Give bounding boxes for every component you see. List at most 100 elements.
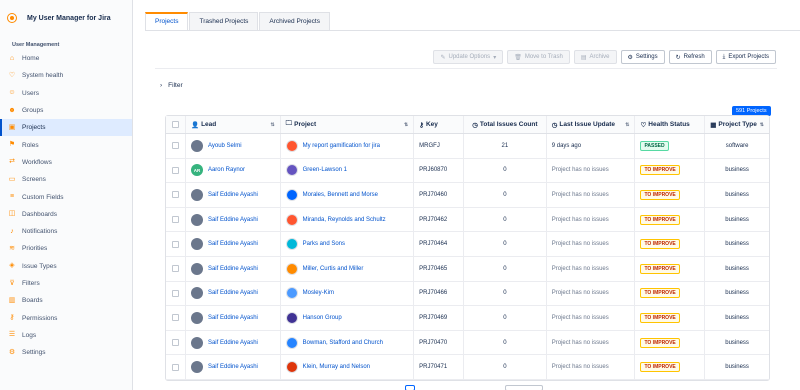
total-issues-cell: 0 — [464, 232, 547, 256]
sidebar-item-users[interactable]: ☺ Users — [0, 85, 132, 102]
project-link[interactable]: Mosley-Kim — [303, 290, 334, 296]
type-icon: ▦ — [710, 121, 717, 129]
health-cell: TO IMPROVE — [635, 281, 706, 306]
sidebar-item-roles[interactable]: ⚑ Roles — [0, 136, 132, 153]
project-link[interactable]: Bowman, Stafford and Church — [303, 340, 383, 346]
avatar — [190, 336, 203, 349]
row-checkbox[interactable] — [171, 216, 179, 224]
tab-archived-projects[interactable]: Archived Projects — [259, 12, 330, 30]
key-icon: ⚷ — [419, 121, 424, 129]
row-checkbox[interactable] — [171, 265, 179, 273]
table-row[interactable]: Saif Eddine Ayashi Klein, Murray and Nel… — [166, 355, 769, 380]
lead-link[interactable]: Aaron Raynor — [208, 167, 245, 173]
row-checkbox[interactable] — [171, 363, 179, 371]
sidebar-item-screens[interactable]: ▭ Screens — [0, 171, 132, 188]
tab-projects[interactable]: Projects — [145, 12, 189, 30]
project-link[interactable]: Miller, Curtis and Miller — [303, 266, 364, 272]
header-lead[interactable]: 👤 Lead ⇅ — [186, 116, 281, 133]
sidebar-item-system-health[interactable]: ♡ System health — [0, 67, 132, 84]
status-badge: TO IMPROVE — [640, 189, 680, 200]
update-options-button[interactable]: ✎ Update Options ▾ — [433, 50, 504, 64]
sidebar-item-settings[interactable]: ⚙ Settings — [0, 344, 132, 361]
filter-toggle[interactable]: › Filter — [160, 82, 183, 89]
row-checkbox[interactable] — [171, 142, 179, 150]
project-link[interactable]: Morales, Bennett and Morse — [303, 192, 378, 198]
sidebar-item-label: Boards — [22, 297, 43, 305]
row-checkbox[interactable] — [171, 289, 179, 297]
table-row[interactable]: Ayoub Selmi My report gamification for j… — [166, 134, 769, 159]
table-row[interactable]: Saif Eddine Ayashi Parks and Sons PRJ704… — [166, 232, 769, 257]
lead-link[interactable]: Saif Eddine Ayashi — [208, 266, 258, 272]
sidebar-item-home[interactable]: ⌂ Home — [0, 50, 132, 67]
sidebar-item-workflows[interactable]: ⇄ Workflows — [0, 154, 132, 171]
lead-link[interactable]: Saif Eddine Ayashi — [208, 340, 258, 346]
row-checkbox[interactable] — [171, 339, 179, 347]
page-size-select[interactable] — [505, 385, 543, 390]
lead-link[interactable]: Saif Eddine Ayashi — [208, 241, 258, 247]
toolbar: ✎ Update Options ▾ 🗑 Move to Trash ▤ Arc… — [433, 50, 776, 64]
gear-icon: ⚙ — [627, 54, 633, 61]
header-project[interactable]: 🗀 Project ⇅ — [281, 116, 415, 133]
archive-label: Archive — [589, 54, 610, 60]
sidebar-item-boards[interactable]: ▥ Boards — [0, 292, 132, 309]
table-row[interactable]: Saif Eddine Ayashi Morales, Bennett and … — [166, 183, 769, 208]
settings-button[interactable]: ⚙ Settings — [620, 50, 665, 64]
sidebar-item-projects[interactable]: ▣ Projects — [0, 119, 132, 137]
table-row[interactable]: Saif Eddine Ayashi Miranda, Reynolds and… — [166, 207, 769, 233]
row-checkbox[interactable] — [171, 240, 179, 248]
key-cell: PRJ70471 — [414, 355, 465, 379]
header-last-update[interactable]: ◷ Last Issue Update ⇅ — [547, 116, 636, 133]
select-all-checkbox[interactable] — [171, 121, 179, 128]
sidebar-item-groups[interactable]: ☻ Groups — [0, 102, 132, 119]
table-row[interactable]: Saif Eddine Ayashi Bowman, Stafford and … — [166, 330, 769, 356]
lead-link[interactable]: Saif Eddine Ayashi — [208, 364, 258, 370]
status-badge: TO IMPROVE — [640, 263, 680, 274]
sidebar-item-custom-fields[interactable]: ≡ Custom Fields — [0, 188, 132, 205]
sidebar-item-logs[interactable]: ☰ Logs — [0, 327, 132, 344]
sidebar-item-filters[interactable]: ⊽ Filters — [0, 275, 132, 292]
lead-link[interactable]: Saif Eddine Ayashi — [208, 217, 258, 223]
total-issues-cell: 0 — [464, 330, 547, 355]
refresh-button[interactable]: ↻ Refresh — [668, 50, 712, 64]
move-to-trash-button[interactable]: 🗑 Move to Trash — [507, 50, 570, 64]
table-row[interactable]: Saif Eddine Ayashi Hanson Group PRJ70469… — [166, 306, 769, 331]
row-checkbox[interactable] — [171, 166, 179, 174]
lead-link[interactable]: Saif Eddine Ayashi — [208, 315, 258, 321]
sidebar-item-issue-types[interactable]: ◈ Issue Types — [0, 258, 132, 275]
sidebar-item-label: Priorities — [22, 245, 48, 253]
table-row[interactable]: Saif Eddine Ayashi Miller, Curtis and Mi… — [166, 256, 769, 282]
project-link[interactable]: Green-Lawson 1 — [303, 167, 347, 173]
project-link[interactable]: My report gamification for jira — [303, 143, 380, 149]
sidebar-item-notifications[interactable]: ♪ Notifications — [0, 223, 132, 240]
sidebar-item-priorities[interactable]: ≋ Priorities — [0, 240, 132, 257]
lead-link[interactable]: Saif Eddine Ayashi — [208, 290, 258, 296]
header-health[interactable]: ♡ Health Status — [635, 116, 706, 133]
project-link[interactable]: Miranda, Reynolds and Schultz — [303, 217, 386, 223]
tab-trashed-projects[interactable]: Trashed Projects — [189, 12, 259, 30]
lead-cell: Saif Eddine Ayashi — [186, 330, 281, 355]
sidebar-item-dashboards[interactable]: ◫ Dashboards — [0, 206, 132, 223]
archive-button[interactable]: ▤ Archive — [573, 50, 617, 64]
lead-link[interactable]: Saif Eddine Ayashi — [208, 192, 258, 198]
row-checkbox[interactable] — [171, 191, 179, 199]
sidebar-item-permissions[interactable]: ⚷ Permissions — [0, 309, 132, 326]
row-checkbox[interactable] — [171, 314, 179, 322]
app-header[interactable]: My User Manager for Jira — [0, 0, 132, 36]
export-projects-button[interactable]: ⤓ Export Projects — [715, 50, 776, 64]
total-issues-cell: 0 — [464, 256, 547, 281]
project-link[interactable]: Klein, Murray and Nelson — [303, 364, 370, 370]
avatar — [190, 262, 203, 275]
field-icon: ≡ — [9, 193, 15, 201]
lead-link[interactable]: Ayoub Selmi — [208, 143, 242, 149]
project-link[interactable]: Hanson Group — [303, 315, 342, 321]
project-avatar-icon — [285, 262, 298, 275]
table-row[interactable]: Saif Eddine Ayashi Mosley-Kim PRJ70466 0… — [166, 281, 769, 307]
sidebar-item-label: Roles — [22, 141, 39, 149]
page-button[interactable] — [405, 385, 415, 390]
key-cell: MRGFJ — [414, 134, 465, 158]
table-row[interactable]: AR Aaron Raynor Green-Lawson 1 PRJ60870 0… — [166, 158, 769, 184]
header-total-issues[interactable]: ◷ Total Issues Count — [464, 116, 547, 133]
header-key[interactable]: ⚷ Key — [414, 116, 465, 133]
header-project-type[interactable]: ▦ Project Type ⇅ — [705, 116, 769, 133]
project-link[interactable]: Parks and Sons — [303, 241, 345, 247]
